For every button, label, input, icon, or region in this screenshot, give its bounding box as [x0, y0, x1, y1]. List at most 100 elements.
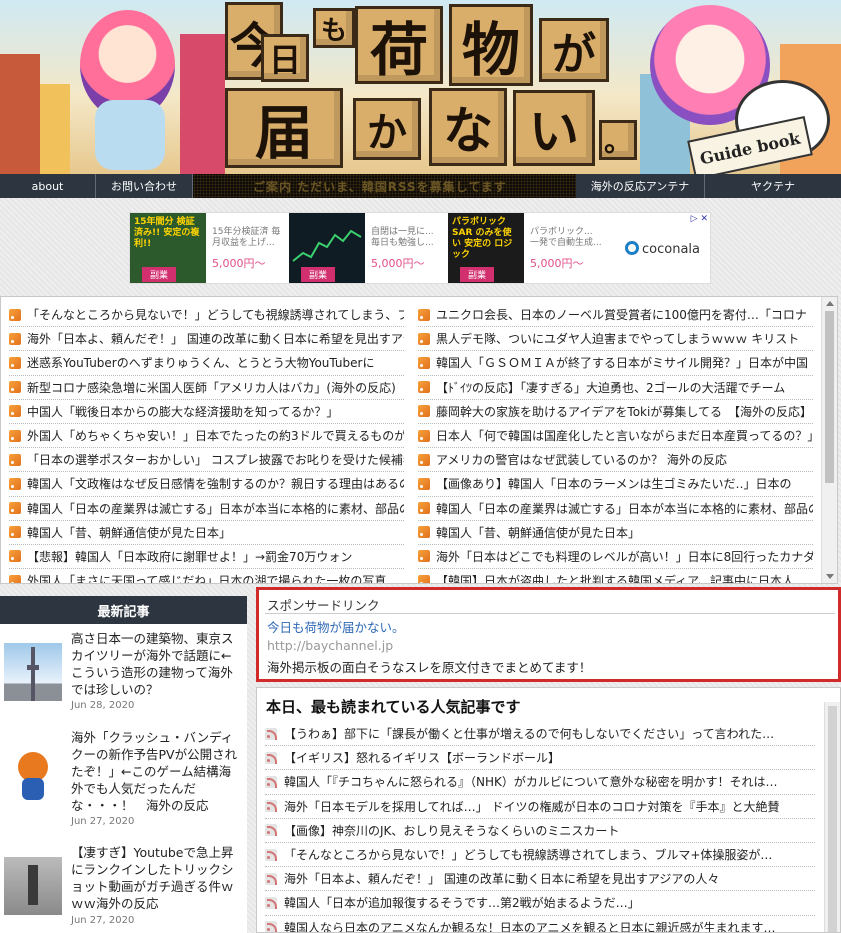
- popular-list-item[interactable]: 【イギリス】怒れるイギリス【ボーランドボール】: [265, 746, 815, 771]
- rss-list-item[interactable]: 韓国人「昔、朝鮮通信使が見た日本」: [418, 521, 813, 545]
- rss-icon: [418, 477, 430, 490]
- ad-item[interactable]: 15年間分 検証済み!! 安定の複利!! 15年分検証済 毎月収益を上げ... …: [130, 213, 289, 283]
- ad-item[interactable]: パラボリックSAR のみを使い 安定の ロジック パラボリック... 一発で自動…: [448, 213, 607, 283]
- rss-list-item-title[interactable]: 海外「日本はどこでも料理のレベルが高い！」日本に8回行ったカナダ: [436, 548, 813, 565]
- rss-list-item[interactable]: 韓国人「日本の産業界は滅亡する」日本が本当に本格的に素材、部品の: [418, 497, 813, 521]
- rss-list-item[interactable]: 海外「日本はどこでも料理のレベルが高い！」日本に8回行ったカナダ: [418, 545, 813, 570]
- nav-antenna[interactable]: 海外の反応アンテナ: [576, 174, 705, 198]
- popular-list-item[interactable]: 【うわぁ】部下に「課長が働くと仕事が増えるので何もしないでください」って言われた…: [265, 722, 815, 747]
- rss-list-item-title[interactable]: 海外「日本よ、頼んだぞ！」 国連の改革に動く日本に希望を見出すアジアの人々: [27, 330, 404, 347]
- popular-list-item[interactable]: 「そんなところから見ないで！」どうしても視線誘導されてしまう、ブルマ+体操服姿が…: [265, 843, 815, 868]
- ad-item[interactable]: ▷ ✕ coconala: [607, 213, 710, 283]
- rss-list-item[interactable]: 迷惑系YouTuberのへずまりゅうくん、とうとう大物YouTuberに: [9, 351, 404, 376]
- rss-list-item[interactable]: 【ﾄﾞｲﾂの反応】「凄すぎる」大迫勇也、2ゴールの大活躍でチーム: [418, 376, 813, 400]
- rss-scrollbar[interactable]: [821, 297, 837, 583]
- popular-list-item[interactable]: 海外「日本よ、頼んだぞ！」 国連の改革に動く日本に希望を見出すアジアの人々: [265, 867, 815, 892]
- rss-list-item-title[interactable]: 新型コロナ感染急増に米国人医師「アメリカ人はバカ」(海外の反応): [27, 379, 396, 396]
- rss-list-item[interactable]: 韓国人「日本の産業界は滅亡する」日本が本当に本格的に素材、部品の: [9, 497, 404, 521]
- rss-list-item-title[interactable]: 【画像あり】韓国人「日本のラーメンは生ゴミみたいだ‥」日本の: [436, 475, 792, 492]
- popular-list-item-title[interactable]: 【うわぁ】部下に「課長が働くと仕事が増えるので何もしないでください」って言われた…: [284, 725, 774, 742]
- rss-list-item-title[interactable]: 黒人デモ隊、ついにユダヤ人迫害までやってしまうｗｗｗ キリスト: [436, 330, 799, 347]
- rss-list-item[interactable]: 海外「日本よ、頼んだぞ！」 国連の改革に動く日本に希望を見出すアジアの人々: [9, 327, 404, 352]
- site-logo[interactable]: 今 日 も 荷 物 が 届 か な い 。: [225, 2, 643, 172]
- rss-list-item-title[interactable]: 韓国人「日本の産業界は滅亡する」日本が本当に本格的に素材、部品の: [436, 500, 813, 517]
- rss-list-item[interactable]: 韓国人「昔、朝鮮通信使が見た日本」: [9, 521, 404, 545]
- coconala-logo-icon: [625, 241, 639, 255]
- rss-list-item-title[interactable]: 迷惑系YouTuberのへずまりゅうくん、とうとう大物YouTuberに: [27, 354, 374, 371]
- popular-scrollbar[interactable]: [824, 702, 840, 932]
- rss-list-item[interactable]: 【韓国】日本が盗曲したと批判する韓国メディア、記事中に日本人: [418, 569, 813, 583]
- ad-item[interactable]: 自閉は一見に... 毎日も勉強し... 5,000円〜 副業: [289, 213, 448, 283]
- logo-box: 物: [449, 4, 533, 86]
- rss-list-item-title[interactable]: 韓国人「日本の産業界は滅亡する」日本が本当に本格的に素材、部品の: [27, 500, 404, 517]
- rss-list-item-title[interactable]: 中国人「戦後日本からの膨大な経済援助を知ってるか？」: [27, 403, 338, 420]
- sponsor-url[interactable]: http://baychannel.jp: [267, 638, 393, 653]
- rss-list-item-title[interactable]: 外国人「まさに天国って感じだね」日本の湖で撮られた一枚の写真: [27, 572, 386, 583]
- nav-about[interactable]: about: [0, 174, 96, 198]
- rss-list-item[interactable]: 韓国人「ＧＳＯＭＩＡが終了する日本がミサイル開発？」日本が中国: [418, 351, 813, 376]
- rss-list-item-title[interactable]: 【韓国】日本が盗曲したと批判する韓国メディア、記事中に日本人: [436, 572, 794, 583]
- latest-article-item[interactable]: 海外「クラッシュ・バンディクーの新作予告PVが公開されたぞ！」←このゲーム結構海…: [0, 726, 247, 836]
- popular-list-item-title[interactable]: 韓国人なら日本のアニメなんか観るな！日本のアニメを観ると日本に親近感が生まれます…: [284, 919, 776, 932]
- popular-list: 【うわぁ】部下に「課長が働くと仕事が増えるので何もしないでください」って言われた…: [265, 722, 815, 932]
- rss-list-item-title[interactable]: 【悲報】韓国人「日本政府に謝罪せよ！」→罰金70万ウォン: [27, 548, 352, 565]
- rss-list-item[interactable]: 「そんなところから見ないで！」どうしても視線誘導されてしまう、ブルマ+体操服: [9, 303, 404, 328]
- popular-list-item-title[interactable]: 【画像】神奈川のJK、おしり見えそうなくらいのミニスカート: [284, 822, 619, 839]
- trick-shot-photo-thumbnail[interactable]: [4, 857, 62, 915]
- rss-list-item[interactable]: 日本人「何で韓国は国産化したと言いながらまだ日本産買ってるの？」: [418, 424, 813, 449]
- rss-list-item[interactable]: 外国人「まさに天国って感じだね」日本の湖で撮られた一枚の写真: [9, 569, 404, 583]
- popular-list-item[interactable]: 韓国人なら日本のアニメなんか観るな！日本のアニメを観ると日本に親近感が生まれます…: [265, 916, 815, 932]
- nav-ticker[interactable]: ご案内 ただいま、韓国RSSを募集してます: [193, 174, 576, 198]
- latest-article-item[interactable]: 高さ日本一の建築物、東京スカイツリーが海外で話題に←こういう造形の建物って海外で…: [0, 626, 247, 716]
- rss-list-item-title[interactable]: 韓国人「昔、朝鮮通信使が見た日本」: [436, 524, 640, 541]
- popular-list-item[interactable]: 韓国人「『チコちゃんに怒られる』（NHK）がカルビについて意外な秘密を明かす！そ…: [265, 770, 815, 795]
- rss-list-item-title[interactable]: 日本人「何で韓国は国産化したと言いながらまだ日本産買ってるの？」: [436, 427, 813, 444]
- scroll-thumb[interactable]: [825, 311, 834, 483]
- sponsor-site-link[interactable]: 今日も荷物が届かない。: [267, 617, 405, 636]
- popular-list-item-title[interactable]: 「そんなところから見ないで！」どうしても視線誘導されてしまう、ブルマ+体操服姿が…: [284, 846, 772, 863]
- rss-list-item[interactable]: アメリカの警官はなぜ武装しているのか？ 海外の反応: [418, 448, 813, 473]
- rss-list-item-title[interactable]: 韓国人「ＧＳＯＭＩＡが終了する日本がミサイル開発？」日本が中国: [436, 354, 808, 371]
- rss-list-item[interactable]: 黒人デモ隊、ついにユダヤ人迫害までやってしまうｗｗｗ キリスト: [418, 327, 813, 352]
- popular-list-item[interactable]: 韓国人「日本が追加報復するそうです…第2戦が始まるようだ…」: [265, 891, 815, 916]
- latest-article-item[interactable]: 【凄すぎ】Youtubeで急上昇にランクインしたトリックショット動画がガチ過ぎる…: [0, 844, 247, 933]
- latest-article-title[interactable]: 【凄すぎ】Youtubeで急上昇にランクインしたトリックショット動画がガチ過ぎる…: [71, 844, 243, 912]
- ad-choices-icon[interactable]: ▷ ✕: [691, 214, 708, 224]
- rss-list-item[interactable]: 【画像あり】韓国人「日本のラーメンは生ゴミみたいだ‥」日本の: [418, 472, 813, 497]
- popular-list-item-title[interactable]: 韓国人「日本が追加報復するそうです…第2戦が始まるようだ…」: [284, 894, 640, 911]
- scroll-up-icon[interactable]: [826, 301, 834, 306]
- skytree-photo-thumbnail[interactable]: [4, 643, 62, 701]
- popular-list-item[interactable]: 【画像】神奈川のJK、おしり見えそうなくらいのミニスカート: [265, 819, 815, 843]
- rss-list-item-title[interactable]: 韓国人「文政権はなぜ反日感情を強制するのか？親日する理由はあるのに」: [27, 475, 404, 492]
- rss-list-item[interactable]: 中国人「戦後日本からの膨大な経済援助を知ってるか？」: [9, 400, 404, 424]
- popular-list-item-title[interactable]: 韓国人「『チコちゃんに怒られる』（NHK）がカルビについて意外な秘密を明かす！そ…: [284, 773, 778, 790]
- scroll-thumb[interactable]: [828, 706, 837, 932]
- rss-list-item[interactable]: ユニクロ会長、日本のノーベル賞受賞者に100億円を寄付…「コロナ: [418, 303, 813, 328]
- rss-list-item-title[interactable]: 「そんなところから見ないで！」どうしても視線誘導されてしまう、ブルマ+体操服: [27, 306, 404, 323]
- popular-list-item-title[interactable]: 海外「日本よ、頼んだぞ！」 国連の改革に動く日本に希望を見出すアジアの人々: [284, 870, 719, 887]
- rss-list-item[interactable]: 「日本の選挙ポスターおかしい」 コスプレ披露でお叱りを受けた候補者: [9, 448, 404, 473]
- rss-list-item-title[interactable]: 韓国人「昔、朝鮮通信使が見た日本」: [27, 524, 231, 541]
- rss-list-item-title[interactable]: 【ﾄﾞｲﾂの反応】「凄すぎる」大迫勇也、2ゴールの大活躍でチーム: [436, 379, 785, 396]
- scroll-down-icon[interactable]: [826, 574, 834, 579]
- rss-list-item[interactable]: 新型コロナ感染急増に米国人医師「アメリカ人はバカ」(海外の反応): [9, 376, 404, 400]
- latest-article-title[interactable]: 高さ日本一の建築物、東京スカイツリーが海外で話題に←こういう造形の建物って海外で…: [71, 630, 243, 698]
- latest-article-title[interactable]: 海外「クラッシュ・バンディクーの新作予告PVが公開されたぞ！」←このゲーム結構海…: [71, 729, 243, 814]
- nav-yakutena[interactable]: ヤクテナ: [705, 174, 841, 198]
- rss-list-item[interactable]: 韓国人「文政権はなぜ反日感情を強制するのか？親日する理由はあるのに」: [9, 472, 404, 497]
- rss-list-item-title[interactable]: アメリカの警官はなぜ武装しているのか？ 海外の反応: [436, 451, 727, 468]
- rss-list-item-title[interactable]: 「日本の選挙ポスターおかしい」 コスプレ披露でお叱りを受けた候補者: [27, 451, 404, 468]
- site-banner[interactable]: Guide book 今 日 も 荷 物 が 届 か な い 。: [0, 0, 841, 174]
- popular-list-item-title[interactable]: 【イギリス】怒れるイギリス【ボーランドボール】: [284, 749, 560, 766]
- crash-bandicoot-thumbnail[interactable]: [4, 748, 62, 806]
- rss-list-item[interactable]: 【悲報】韓国人「日本政府に謝罪せよ！」→罰金70万ウォン: [9, 545, 404, 570]
- popular-list-item-title[interactable]: 海外「日本モデルを採用してれば…」 ドイツの権威が日本のコロナ対策を『手本』と大…: [284, 798, 779, 815]
- popular-list-item[interactable]: 海外「日本モデルを採用してれば…」 ドイツの権威が日本のコロナ対策を『手本』と大…: [265, 795, 815, 819]
- rss-list-item-title[interactable]: 外国人「めちゃくちゃ安い！」日本でたったの約3ドルで買えるものが凄い: [27, 427, 404, 444]
- rss-list-item-title[interactable]: ユニクロ会長、日本のノーベル賞受賞者に100億円を寄付…「コロナ: [436, 306, 807, 323]
- rss-list-item[interactable]: 外国人「めちゃくちゃ安い！」日本でたったの約3ドルで買えるものが凄い: [9, 424, 404, 449]
- rss-list-item-title[interactable]: 藤岡幹大の家族を助けるアイデアをTokiが募集してる 【海外の反応】: [436, 403, 812, 420]
- nav-contact[interactable]: お問い合わせ: [96, 174, 193, 198]
- banner-building: [180, 34, 225, 174]
- rss-list-item[interactable]: 藤岡幹大の家族を助けるアイデアをTokiが募集してる 【海外の反応】: [418, 400, 813, 424]
